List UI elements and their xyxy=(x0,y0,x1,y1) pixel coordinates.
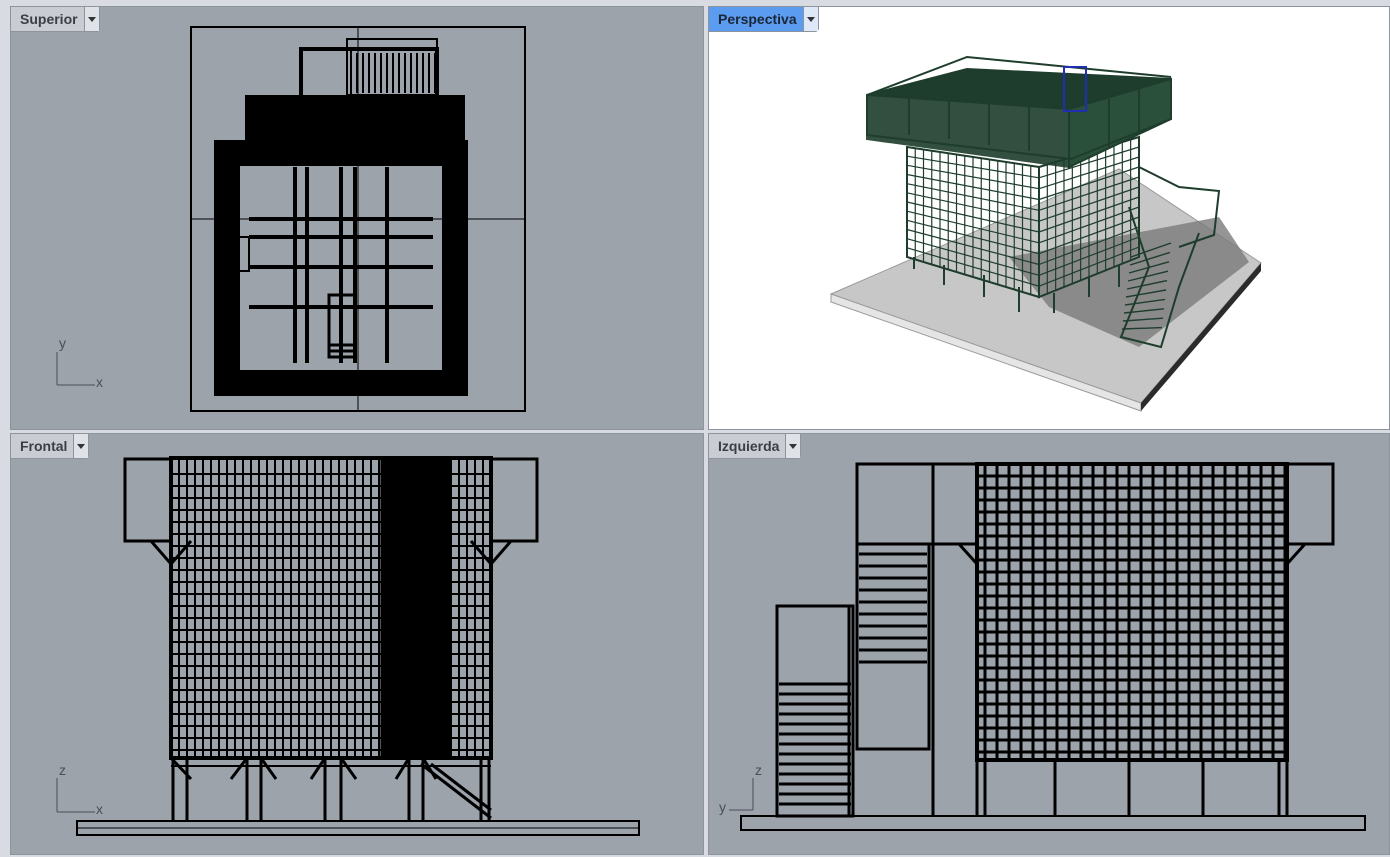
axis-y-label: y xyxy=(719,799,726,815)
viewport-left[interactable]: Izquierda z y xyxy=(708,433,1390,855)
dropdown-arrow-icon[interactable] xyxy=(83,7,99,31)
dropdown-arrow-icon[interactable] xyxy=(73,434,89,458)
perspective-view-render[interactable] xyxy=(709,7,1390,430)
viewport-title: Frontal xyxy=(20,438,68,454)
viewport-top[interactable]: Superior y x xyxy=(10,6,704,430)
left-view-drawing[interactable]: z y xyxy=(709,434,1390,855)
viewport-title: Superior xyxy=(20,11,78,27)
dropdown-arrow-icon[interactable] xyxy=(802,7,818,31)
axis-x-label: x xyxy=(96,801,103,817)
axis-x-label: x xyxy=(96,374,103,390)
dropdown-arrow-icon[interactable] xyxy=(785,434,801,458)
top-view-drawing[interactable]: y x xyxy=(11,7,704,430)
axis-z-label: z xyxy=(59,762,66,778)
viewport-tab-perspective[interactable]: Perspectiva xyxy=(709,7,819,32)
viewport-front[interactable]: Frontal z x xyxy=(10,433,704,855)
viewport-title: Perspectiva xyxy=(718,11,797,27)
viewport-tab-top[interactable]: Superior xyxy=(11,7,100,32)
viewport-tab-left[interactable]: Izquierda xyxy=(709,434,802,459)
viewport-title: Izquierda xyxy=(718,438,780,454)
axis-z-label: z xyxy=(755,762,762,778)
viewport-tab-front[interactable]: Frontal xyxy=(11,434,90,459)
viewport-perspective[interactable]: Perspectiva xyxy=(708,6,1390,430)
front-view-drawing[interactable]: z x xyxy=(11,434,704,855)
axis-y-label: y xyxy=(59,335,66,351)
